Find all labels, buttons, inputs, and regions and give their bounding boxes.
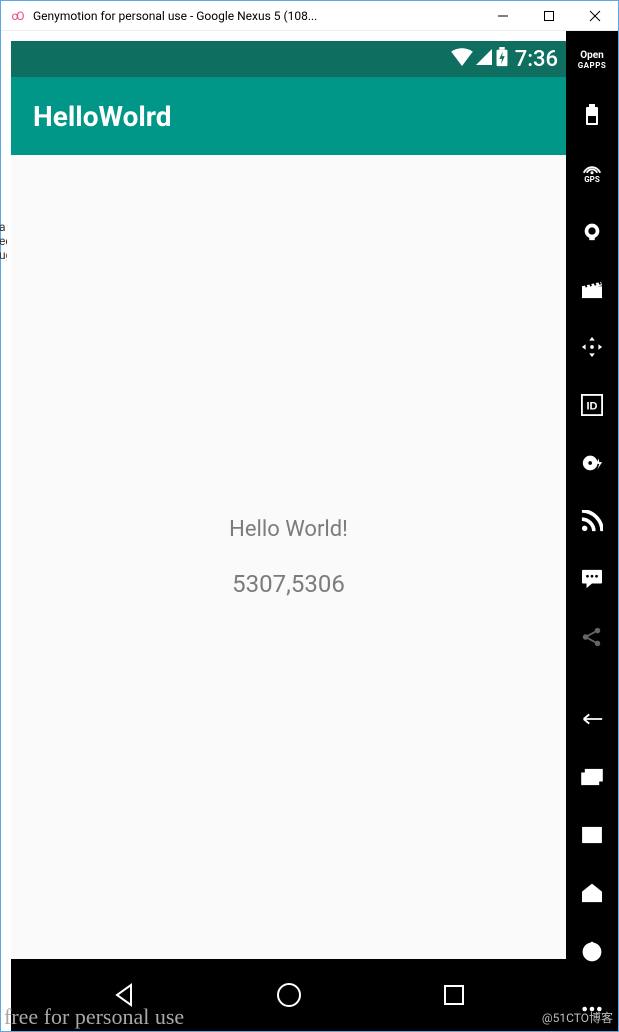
camera-icon[interactable] — [578, 217, 606, 245]
nav-home-button[interactable] — [271, 977, 307, 1013]
svg-text:ID: ID — [587, 401, 598, 413]
maximize-button[interactable] — [526, 1, 572, 31]
coords-label: 5307,5306 — [232, 570, 345, 598]
power-icon[interactable] — [578, 937, 606, 965]
nav-recent-button[interactable] — [436, 977, 472, 1013]
battery-icon[interactable] — [578, 101, 606, 129]
close-button[interactable] — [572, 1, 618, 31]
home-outline-icon[interactable] — [578, 879, 606, 907]
battery-charging-icon — [495, 47, 509, 71]
clapper-icon[interactable] — [578, 275, 606, 303]
open-gapps-label-bottom: GAPPS — [578, 61, 607, 70]
app-title: HelloWolrd — [33, 100, 172, 133]
disc-flash-icon[interactable] — [578, 449, 606, 477]
open-gapps-button[interactable]: Open GAPPS — [578, 51, 606, 71]
crop-artifact: a ec ug — [0, 220, 7, 262]
cellular-icon — [475, 48, 493, 70]
window-title: Genymotion for personal use - Google Nex… — [33, 9, 472, 23]
back-arrow-icon[interactable] — [578, 705, 606, 733]
client-area: 7:36 HelloWolrd Hello World! 5307,5306 — [1, 31, 618, 1031]
device-screen: 7:36 HelloWolrd Hello World! 5307,5306 — [11, 41, 566, 1031]
open-gapps-label-top: Open — [580, 50, 604, 61]
window-frame: oO Genymotion for personal use - Google … — [0, 0, 619, 1032]
emulator-area: 7:36 HelloWolrd Hello World! 5307,5306 — [1, 31, 566, 1031]
move-icon[interactable] — [578, 333, 606, 361]
minimize-button[interactable] — [480, 1, 526, 31]
gps-icon[interactable]: GPS — [578, 159, 606, 187]
rss-icon[interactable] — [578, 507, 606, 535]
status-clock: 7:36 — [515, 47, 558, 72]
sms-icon[interactable] — [578, 565, 606, 593]
android-status-bar: 7:36 — [11, 41, 566, 77]
genymotion-toolbar: Open GAPPS GPS ID — [566, 31, 618, 1031]
share-icon[interactable] — [578, 623, 606, 651]
window-controls — [480, 1, 618, 31]
app-content: Hello World! 5307,5306 — [11, 155, 566, 959]
wifi-icon — [451, 48, 473, 70]
app-bar: HelloWolrd — [11, 77, 566, 155]
titlebar: oO Genymotion for personal use - Google … — [1, 1, 618, 31]
identifier-icon[interactable]: ID — [578, 391, 606, 419]
window-icon[interactable] — [578, 821, 606, 849]
app-logo-icon: oO — [9, 8, 25, 24]
hello-label: Hello World! — [229, 517, 348, 542]
multitask-icon[interactable] — [578, 763, 606, 791]
watermark-label: @51CTO博客 — [542, 1009, 613, 1026]
personal-use-label: free for personal use — [4, 1004, 184, 1030]
